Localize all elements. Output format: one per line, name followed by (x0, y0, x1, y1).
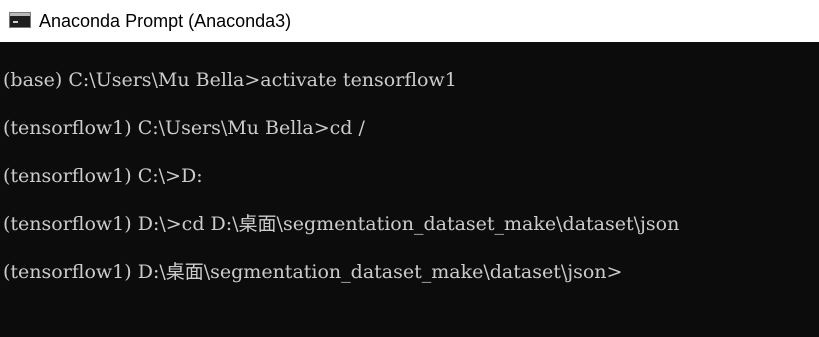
console-line: (base) C:\Users\Mu Bella>activate tensor… (3, 69, 457, 91)
window-title: Anaconda Prompt (Anaconda3) (39, 11, 292, 31)
console-line: (tensorflow1) D:\>cd D:\桌面\segmentation_… (3, 213, 680, 235)
console-line: (tensorflow1) C:\>D: (3, 165, 203, 187)
title-bar[interactable]: Anaconda Prompt (Anaconda3) (0, 0, 819, 42)
console-output[interactable]: (base) C:\Users\Mu Bella>activate tensor… (0, 42, 819, 337)
terminal-icon (9, 12, 31, 28)
anaconda-prompt-window: Anaconda Prompt (Anaconda3) (base) C:\Us… (0, 0, 819, 337)
console-prompt-line[interactable]: (tensorflow1) D:\桌面\segmentation_dataset… (3, 260, 622, 284)
terminal-icon-cursor (13, 21, 18, 23)
console-line: (tensorflow1) C:\Users\Mu Bella>cd / (3, 117, 365, 139)
